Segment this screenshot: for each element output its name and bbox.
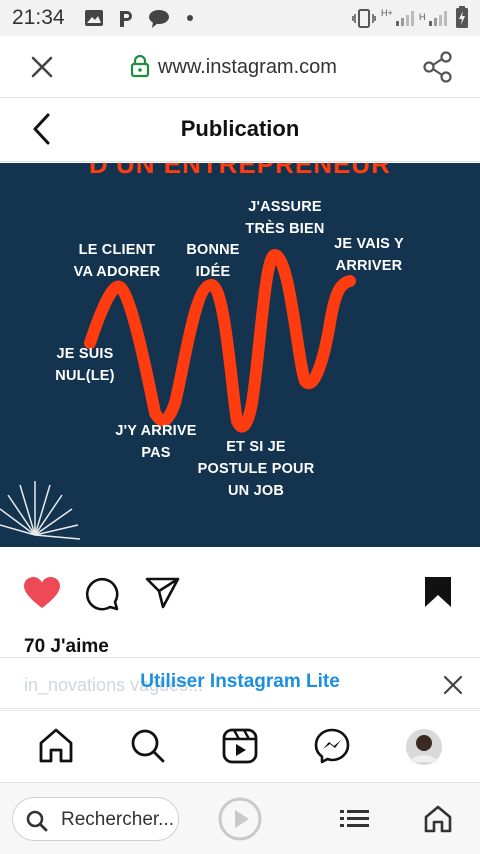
- chat-icon: [149, 10, 169, 28]
- more-notifications-icon: [187, 15, 193, 21]
- signal-icon-2: [429, 11, 447, 26]
- instagram-bottom-nav: [0, 710, 480, 782]
- share-icon[interactable]: [423, 51, 453, 83]
- label-et-si: ET SI JE POSTULE POUR UN JOB: [197, 439, 315, 499]
- comment-icon[interactable]: [84, 576, 120, 612]
- label-j-assure: J'ASSURE TRÈS BIEN: [245, 199, 325, 237]
- label-bonne-idee: BONNE IDÉE: [186, 242, 240, 280]
- close-banner-icon[interactable]: [443, 675, 463, 695]
- browser-url[interactable]: www.instagram.com: [158, 56, 337, 79]
- label-j-y-arrive: J'Y ARRIVE PAS: [115, 423, 197, 461]
- status-bar: 21:34 H+ H: [0, 0, 480, 36]
- label-je-suis: JE SUIS NUL(LE): [55, 346, 115, 384]
- likes-count[interactable]: 70 J'aime: [24, 636, 109, 658]
- sunburst-decoration: [0, 481, 80, 540]
- send-icon[interactable]: [145, 576, 181, 610]
- post-image[interactable]: D'UN ENTREPRENEUR LE CLIENT VA ADORER BON…: [0, 163, 480, 547]
- reels-icon[interactable]: [222, 728, 258, 764]
- search-icon[interactable]: [130, 728, 166, 764]
- browser-toolbar: www.instagram.com: [0, 36, 480, 98]
- label-le-client: LE CLIENT VA ADORER: [73, 242, 161, 280]
- profile-avatar[interactable]: [405, 728, 443, 766]
- lock-icon: [130, 54, 150, 78]
- label-je-vais: JE VAIS Y ARRIVER: [334, 236, 404, 274]
- battery-charging-icon: [456, 6, 468, 28]
- heart-icon[interactable]: [23, 576, 61, 610]
- browser-home-icon[interactable]: [424, 805, 452, 833]
- search-placeholder: Rechercher...: [61, 809, 174, 830]
- search-icon: [26, 810, 48, 832]
- bookmark-icon[interactable]: [424, 576, 452, 608]
- messenger-icon[interactable]: [314, 728, 350, 764]
- network-type-label-2: H: [419, 12, 426, 22]
- browser-bottom-bar: Rechercher...: [0, 782, 480, 854]
- p-app-icon: [120, 11, 132, 27]
- status-time: 21:34: [12, 6, 65, 29]
- vibrate-icon: [352, 9, 376, 28]
- play-icon[interactable]: [218, 797, 262, 841]
- post-header: Publication: [0, 98, 480, 162]
- instagram-lite-banner: in_novations vagues... Utiliser Instagra…: [0, 657, 480, 709]
- signal-icon: [396, 11, 414, 26]
- close-icon[interactable]: [30, 55, 54, 79]
- menu-list-icon[interactable]: [340, 808, 370, 830]
- browser-search-field[interactable]: Rechercher...: [12, 797, 179, 841]
- network-type-label: H+: [381, 8, 393, 18]
- use-instagram-lite-link[interactable]: Utiliser Instagram Lite: [0, 671, 480, 693]
- page-title: Publication: [180, 116, 300, 141]
- post-actions: [0, 547, 480, 635]
- home-icon[interactable]: [38, 728, 74, 764]
- gallery-icon: [85, 10, 103, 26]
